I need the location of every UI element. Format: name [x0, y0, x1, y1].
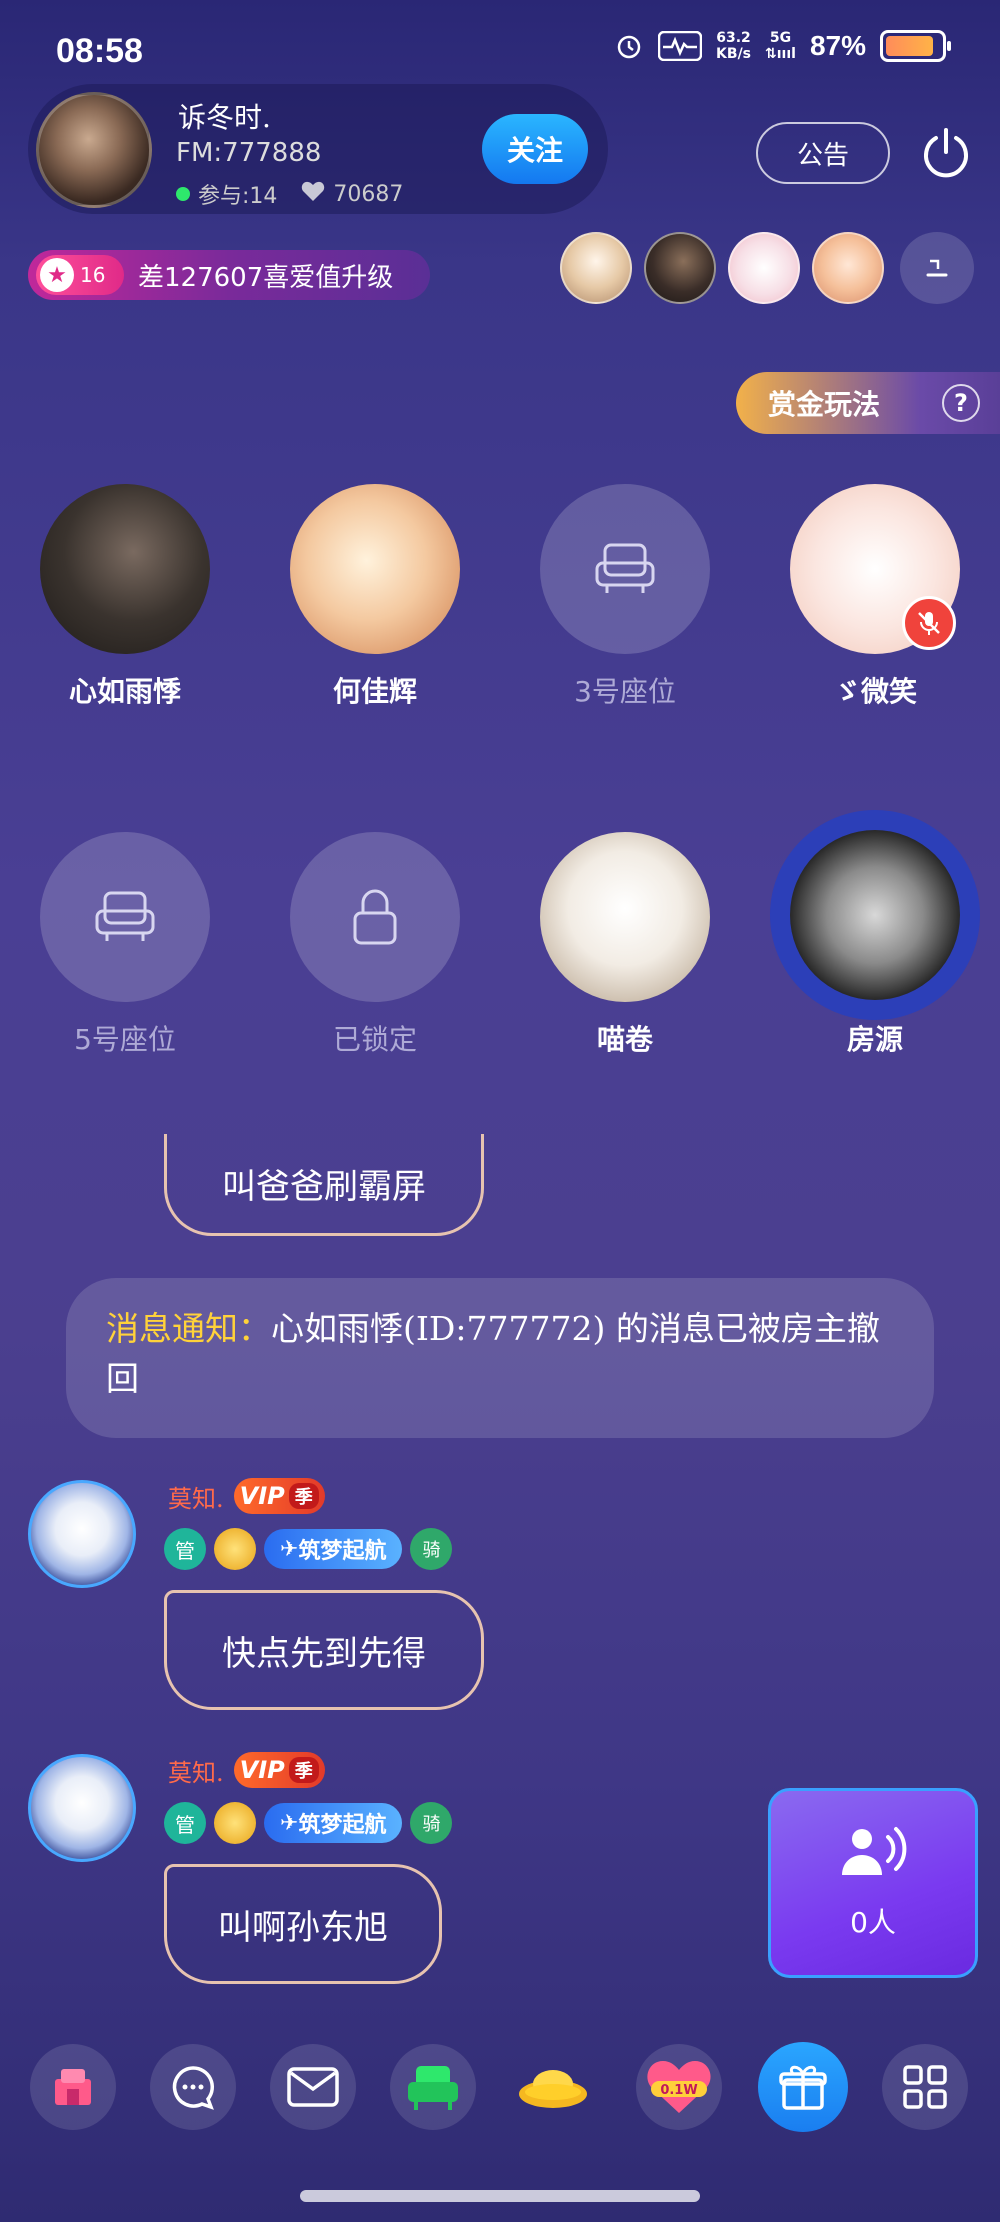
- more-menu-button[interactable]: [882, 2044, 968, 2130]
- seat-8-avatar[interactable]: [790, 830, 960, 1000]
- gift-icon: [779, 2065, 827, 2110]
- mic-muted-icon: [902, 596, 956, 650]
- title-badge: ✈ 筑梦起航: [264, 1529, 403, 1569]
- net-speed: 63.2 KB/s: [716, 30, 752, 62]
- level-upgrade-text: 差127607喜爱值升级: [138, 262, 394, 293]
- heart-gift-button[interactable]: 0.1W: [636, 2044, 722, 2130]
- viewer-avatar[interactable]: [644, 232, 716, 304]
- seat-6-locked[interactable]: [290, 832, 460, 1002]
- viewer-avatar[interactable]: [560, 232, 632, 304]
- host-stats: 参与:14 70687: [176, 178, 403, 210]
- seat-8-label: 房源: [846, 1023, 903, 1056]
- battery-icon: [880, 30, 951, 62]
- gift-button[interactable]: [758, 2042, 848, 2132]
- seat-6-label: 已锁定: [332, 1023, 417, 1056]
- bounty-label: 赏金玩法: [768, 388, 881, 421]
- chat-user-header: 莫知. VIP 季: [168, 1478, 325, 1514]
- activity-icon: [658, 31, 703, 61]
- system-notice-message: 消息通知：心如雨悸(ID:777772) 的消息已被房主撤回: [66, 1278, 934, 1438]
- host-name: 诉冬时.: [178, 101, 271, 134]
- chat-username[interactable]: 莫知.: [168, 1753, 224, 1788]
- chevron-down-icon: [926, 259, 948, 277]
- star-icon: ★: [40, 258, 74, 292]
- level-number: 16: [80, 263, 106, 287]
- sofa-icon: [408, 2066, 458, 2110]
- chat-username[interactable]: 莫知.: [168, 1479, 224, 1514]
- alarm-icon: [617, 35, 641, 59]
- signal-indicator: 5G ⇅ıııl: [765, 30, 796, 62]
- vip-badge: VIP 季: [233, 1752, 325, 1788]
- seat-5-empty[interactable]: [40, 832, 210, 1002]
- participant-count: 参与:14: [198, 184, 278, 209]
- status-icons: 63.2 KB/s 5G ⇅ıııl 87%: [614, 30, 951, 62]
- store-icon: [55, 2069, 91, 2105]
- seat-5-label: 5号座位: [74, 1023, 176, 1056]
- online-count: 0人: [850, 1906, 896, 1939]
- battery-percent: 87%: [809, 30, 866, 61]
- gold-ingot-icon: [519, 2070, 587, 2108]
- seat-4-label: ゞ微笑: [832, 675, 917, 708]
- chat-bubble-icon: [172, 2066, 214, 2110]
- seat-2-avatar[interactable]: [290, 484, 460, 654]
- viewer-avatar[interactable]: [812, 232, 884, 304]
- heart-value: 0.1W: [660, 2083, 697, 2098]
- users-speaking-icon: [842, 1827, 907, 1875]
- chat-bubble-partial: 叫爸爸刷霸屏: [164, 1134, 484, 1236]
- follow-button[interactable]: 关注: [482, 114, 588, 184]
- more-viewers-button[interactable]: [900, 232, 974, 304]
- help-icon[interactable]: ?: [942, 384, 980, 422]
- chat-bubble: 叫啊孙东旭: [164, 1864, 442, 1984]
- admin-badge: 管: [164, 1528, 206, 1570]
- seat-1-avatar[interactable]: [40, 484, 210, 654]
- grid-icon: [903, 2065, 947, 2109]
- heart-icon: [301, 180, 325, 208]
- seat-icon: [595, 543, 655, 593]
- viewer-avatar[interactable]: [728, 232, 800, 304]
- medal-icon: [214, 1528, 256, 1570]
- room-fm-id: FM:777888: [176, 138, 322, 168]
- level-progress-bar[interactable]: ★ 16 差127607喜爱值升级: [28, 250, 430, 300]
- seat-3-label: 3号座位: [574, 675, 676, 708]
- heart-icon: 0.1W: [647, 2061, 711, 2113]
- ride-badge: 骑: [410, 1528, 453, 1570]
- title-badge: ✈ 筑梦起航: [264, 1803, 403, 1843]
- ride-badge: 骑: [410, 1802, 453, 1844]
- home-indicator[interactable]: [300, 2190, 700, 2202]
- chat-avatar[interactable]: [28, 1754, 136, 1862]
- status-time: 08:58: [56, 32, 143, 70]
- gold-button[interactable]: [510, 2044, 596, 2130]
- chat-badges: 管 ✈ 筑梦起航 骑: [164, 1802, 453, 1844]
- seat-7-avatar[interactable]: [540, 832, 710, 1002]
- message-button[interactable]: [270, 2044, 356, 2130]
- seat-7-label: 喵卷: [596, 1023, 653, 1056]
- seat-1-label: 心如雨悸: [68, 675, 181, 708]
- store-button[interactable]: [30, 2044, 116, 2130]
- seat-button[interactable]: [390, 2044, 476, 2130]
- chat-button[interactable]: [150, 2044, 236, 2130]
- mail-icon: [287, 2067, 339, 2107]
- lock-icon: [353, 889, 397, 945]
- seat-3-empty[interactable]: [540, 484, 710, 654]
- vip-badge: VIP 季: [233, 1478, 325, 1514]
- medal-icon: [214, 1802, 256, 1844]
- power-icon[interactable]: [918, 124, 974, 180]
- admin-badge: 管: [164, 1802, 206, 1844]
- level-badge: ★ 16: [36, 255, 124, 295]
- seat-2-label: 何佳辉: [332, 675, 417, 708]
- seat-icon: [95, 891, 155, 941]
- online-dot-icon: [176, 187, 190, 201]
- online-users-card[interactable]: 0人: [768, 1788, 978, 1978]
- chat-user-header: 莫知. VIP 季: [168, 1752, 325, 1788]
- chat-badges: 管 ✈ 筑梦起航 骑: [164, 1528, 453, 1570]
- notice-button[interactable]: 公告: [756, 122, 890, 184]
- host-avatar[interactable]: [36, 92, 152, 208]
- chat-avatar[interactable]: [28, 1480, 136, 1588]
- system-notice-prefix: 消息通知：: [106, 1309, 271, 1348]
- bounty-game-button[interactable]: 赏金玩法 ?: [736, 372, 1000, 434]
- chat-bubble: 快点先到先得: [164, 1590, 484, 1710]
- like-count: 70687: [333, 181, 404, 207]
